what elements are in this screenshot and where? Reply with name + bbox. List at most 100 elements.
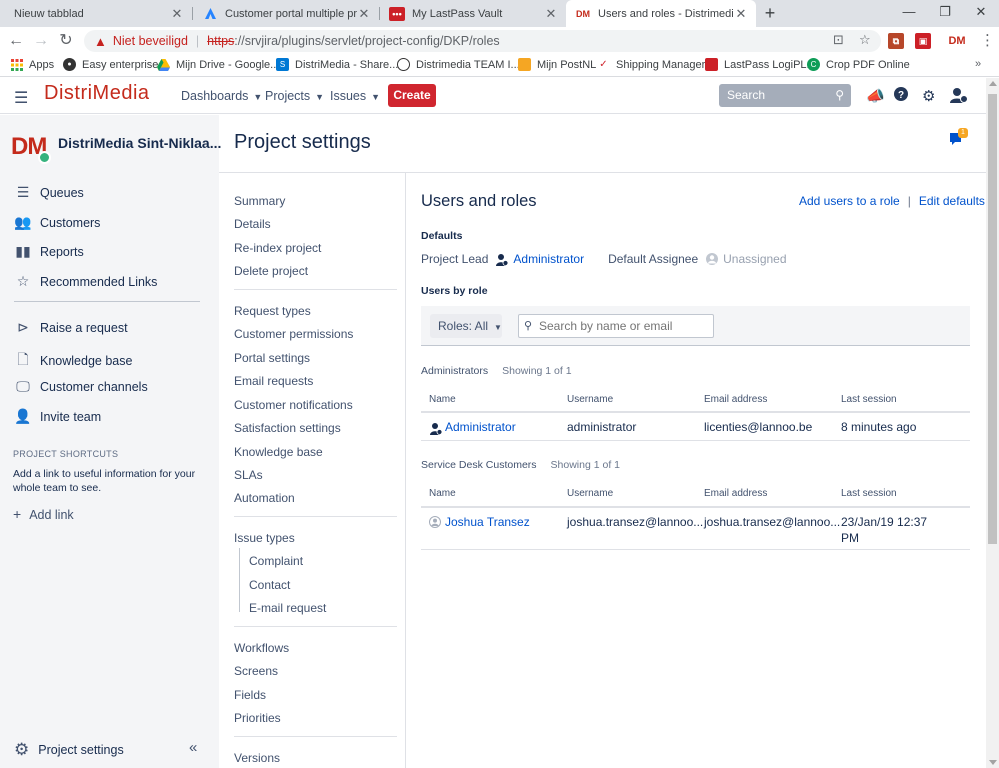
sidebar-item-customers[interactable]: 👥 Customers xyxy=(14,214,100,231)
settings-nav-reindex[interactable]: Re-index project xyxy=(234,241,321,255)
settings-nav-knowledge-base[interactable]: Knowledge base xyxy=(234,445,323,459)
menu-kebab-icon[interactable]: ⋮ xyxy=(980,31,995,49)
close-window-button[interactable]: ✕ xyxy=(964,0,998,27)
settings-nav-screens[interactable]: Screens xyxy=(234,664,278,678)
minimize-button[interactable]: — xyxy=(892,0,926,27)
bookmark-apps[interactable]: Apps xyxy=(10,58,54,71)
sidebar-item-reports[interactable]: ▮▮ Reports xyxy=(14,243,84,260)
maximize-button[interactable]: ❐ xyxy=(928,0,962,27)
role-group-count: Showing 1 of 1 xyxy=(502,365,572,377)
bookmark-crop-pdf[interactable]: C Crop PDF Online xyxy=(807,58,910,71)
browser-tab-lastpass[interactable]: ••• My LastPass Vault ✕ xyxy=(380,0,566,27)
sidebar-item-knowledge-base[interactable]: 🗋 Knowledge base xyxy=(14,349,132,373)
help-icon[interactable]: ? xyxy=(894,87,908,105)
settings-nav-fields[interactable]: Fields xyxy=(234,688,266,702)
browser-tab-customer-portal[interactable]: Customer portal multiple project ✕ xyxy=(193,0,379,27)
page-scrollbar[interactable] xyxy=(986,78,999,768)
user-username: administrator xyxy=(567,420,637,434)
settings-nav-automation[interactable]: Automation xyxy=(234,491,295,505)
settings-nav-customer-notifications[interactable]: Customer notifications xyxy=(234,398,353,412)
settings-nav-versions[interactable]: Versions xyxy=(234,751,280,765)
bookmark-shipping-manager[interactable]: ✓ Shipping Manager xyxy=(597,58,705,71)
gear-icon[interactable]: ⚙ xyxy=(922,87,935,105)
svg-text:?: ? xyxy=(898,90,904,101)
back-arrow-icon[interactable]: ← xyxy=(6,31,26,51)
browser-tab-users-and-roles[interactable]: DM Users and roles - Distrimedia kla ✕ xyxy=(566,0,756,27)
bookmark-distrimedia-team[interactable]: Distrimedia TEAM I... xyxy=(397,58,520,71)
settings-nav-satisfaction[interactable]: Satisfaction settings xyxy=(234,421,341,435)
add-link-button[interactable]: + Add link xyxy=(13,506,74,522)
project-name[interactable]: DistriMedia Sint-Niklaa... xyxy=(58,135,221,151)
settings-nav-request-types[interactable]: Request types xyxy=(234,304,311,318)
settings-nav-summary[interactable]: Summary xyxy=(234,194,285,208)
close-icon[interactable]: ✕ xyxy=(544,6,558,22)
nav-issues[interactable]: Issues ▼ xyxy=(330,89,380,103)
close-icon[interactable]: ✕ xyxy=(734,6,748,22)
settings-nav-issue-types[interactable]: Issue types xyxy=(234,531,295,545)
omnibox-divider: | xyxy=(195,34,200,48)
settings-nav-details[interactable]: Details xyxy=(234,217,271,231)
settings-nav-priorities[interactable]: Priorities xyxy=(234,711,281,725)
bookmarks-overflow-icon[interactable]: » xyxy=(975,58,981,70)
close-icon[interactable]: ✕ xyxy=(170,6,184,22)
settings-nav-issue-type-complaint[interactable]: Complaint xyxy=(249,554,303,568)
postnl-icon xyxy=(518,58,531,71)
nav-projects[interactable]: Projects ▼ xyxy=(265,89,324,103)
settings-nav-portal-settings[interactable]: Portal settings xyxy=(234,351,310,365)
edit-defaults-link[interactable]: Edit defaults xyxy=(919,194,985,208)
lastpass-icon: ••• xyxy=(389,6,405,21)
close-icon[interactable]: ✕ xyxy=(357,6,371,22)
bookmark-easy-enterprise[interactable]: ● Easy enterprise xyxy=(63,58,158,71)
user-name-link[interactable]: Administrator xyxy=(445,420,516,434)
settings-nav-workflows[interactable]: Workflows xyxy=(234,641,289,655)
pdf-extension-icon[interactable]: ⧉ xyxy=(888,33,904,49)
bookmark-distrimedia-share[interactable]: S DistriMedia - Share... xyxy=(276,58,398,71)
settings-nav-customer-permissions[interactable]: Customer permissions xyxy=(234,327,353,341)
project-avatar[interactable]: DM xyxy=(11,133,51,164)
scroll-up-icon[interactable] xyxy=(989,81,997,86)
create-button[interactable]: Create xyxy=(388,84,436,107)
user-avatar-icon[interactable] xyxy=(950,87,968,107)
sidebar-item-raise-request[interactable]: ⊳ Raise a request xyxy=(14,319,128,336)
role-search-input[interactable] xyxy=(518,314,714,338)
sidebar-item-invite-team[interactable]: 👤 Invite team xyxy=(14,408,101,425)
user-name-link[interactable]: Joshua Transez xyxy=(445,515,530,529)
sidebar-item-label: Raise a request xyxy=(40,320,128,335)
settings-nav-issue-type-email[interactable]: E-mail request xyxy=(249,601,326,615)
forward-arrow-icon[interactable]: → xyxy=(31,31,51,51)
sidebar-item-project-settings[interactable]: ⚙ Project settings xyxy=(14,740,124,760)
settings-nav-delete[interactable]: Delete project xyxy=(234,264,308,278)
project-lead-link[interactable]: Administrator xyxy=(513,252,584,266)
new-tab-button[interactable]: + xyxy=(762,3,778,23)
settings-nav-divider xyxy=(234,736,397,737)
collapse-sidebar-icon[interactable]: « xyxy=(189,739,197,756)
add-users-to-role-link[interactable]: Add users to a role xyxy=(799,194,900,208)
sidebar-item-recommended-links[interactable]: ☆ Recommended Links xyxy=(14,273,158,290)
bookmark-mijn-drive[interactable]: Mijn Drive - Google... xyxy=(157,58,279,71)
megaphone-icon[interactable]: 📣 xyxy=(866,87,885,105)
profile-avatar[interactable]: DM xyxy=(945,33,969,49)
nav-dashboards[interactable]: Dashboards ▼ xyxy=(181,89,262,103)
translate-icon[interactable]: ⊡ xyxy=(833,32,844,48)
settings-nav-issue-type-contact[interactable]: Contact xyxy=(249,578,290,592)
scroll-down-icon[interactable] xyxy=(989,760,997,765)
monitor-icon: 🖵 xyxy=(16,378,30,394)
scrollbar-thumb[interactable] xyxy=(988,94,997,544)
hamburger-menu-icon[interactable]: ☰ xyxy=(14,88,28,108)
sidebar-item-customer-channels[interactable]: 🖵 Customer channels xyxy=(14,378,147,395)
star-icon[interactable]: ☆ xyxy=(859,32,871,48)
distrimedia-logo[interactable]: DistriMedia xyxy=(44,82,150,105)
sidebar-item-queues[interactable]: ☰ Queues xyxy=(14,184,84,201)
settings-nav-email-requests[interactable]: Email requests xyxy=(234,374,313,388)
bookmark-mijn-postnl[interactable]: Mijn PostNL xyxy=(518,58,596,71)
lastpass-icon xyxy=(705,58,718,71)
settings-nav-slas[interactable]: SLAs xyxy=(234,468,263,482)
browser-tab-new-tab[interactable]: Nieuw tabblad ✕ xyxy=(0,0,192,27)
search-input[interactable]: Search ⚲ xyxy=(719,84,851,107)
address-bar[interactable]: ▲ Niet beveiligd | https ://srvjira/plug… xyxy=(84,30,881,52)
notification-icon[interactable]: 1 xyxy=(949,128,968,149)
reload-icon[interactable]: ↻ xyxy=(56,31,76,51)
lastpass-extension-icon[interactable]: ▣ xyxy=(915,33,931,49)
bookmark-lastpass[interactable]: LastPass LogiPL... xyxy=(705,58,816,71)
roles-filter-dropdown[interactable]: Roles: All ▼ xyxy=(430,314,502,338)
